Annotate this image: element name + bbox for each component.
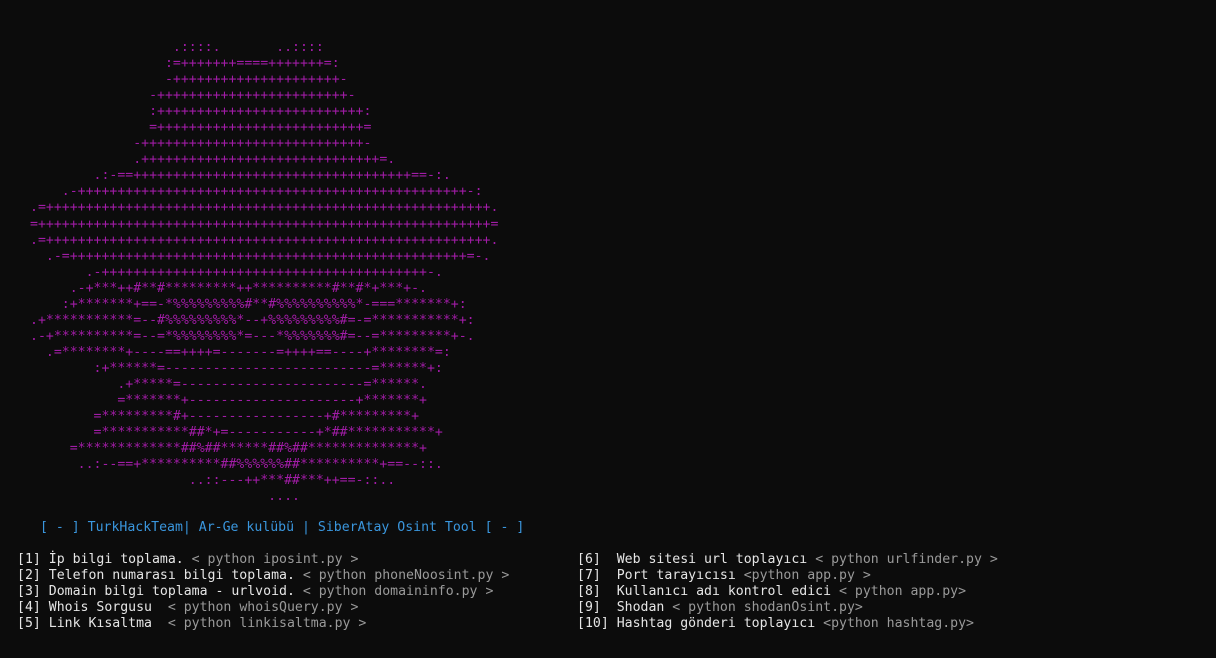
menu-item-label: [3] Domain bilgi toplama - urlvoid.: [17, 584, 303, 599]
menu-item-label: [8] Kullanıcı adı kontrol edici: [577, 584, 840, 599]
ascii-art-line: .::::. ..::::: [30, 40, 324, 55]
menu-item-command: < python shodanOsint.py>: [672, 600, 863, 615]
menu-item-command: < python domaininfo.py >: [302, 584, 494, 599]
menu-item-label: [9] Shodan: [577, 600, 673, 615]
tool-banner: [ - ] TurkHackTeam| Ar-Ge kulübü | Siber…: [40, 520, 525, 535]
menu-item-link-shortener[interactable]: [5] Link Kısaltma < python linkisaltma.p…: [17, 616, 509, 632]
ascii-art-line: :+******=--------------------------=****…: [30, 360, 443, 376]
menu-item-label: [5] Link Kısaltma: [17, 616, 168, 631]
menu-item-username-checker[interactable]: [8] Kullanıcı adı kontrol edici < python…: [577, 584, 998, 600]
menu-item-command: < python iposint.py >: [191, 552, 359, 567]
menu-item-label: [4] Whois Sorgusu: [17, 600, 168, 615]
terminal-window: .::::. ..:::: :=+++++++====+++++++=: -++…: [0, 0, 1216, 658]
ascii-art-line: :++++++++++++++++++++++++++:: [30, 104, 372, 120]
ascii-art-line: .=++++++++++++++++++++++++++++++++++++++…: [30, 232, 499, 248]
ascii-art-line: ..::---++***##***++==-::..: [30, 473, 396, 489]
ascii-art-line: :+*******+==-*%%%%%%%%%#**#%%%%%%%%%%*-=…: [30, 296, 467, 312]
ascii-art-line: -+++++++++++++++++++++-: [30, 72, 348, 88]
ascii-art-line: .-+**********=--=*%%%%%%%%*=---*%%%%%%%#…: [30, 328, 475, 344]
menu-item-label: [1] İp bilgi toplama.: [17, 552, 192, 567]
ascii-art-logo: .::::. ..:::: :=+++++++====+++++++=: -++…: [30, 40, 498, 505]
menu-item-ip-osint[interactable]: [1] İp bilgi toplama. < python iposint.p…: [17, 552, 509, 568]
menu-item-phone-osint[interactable]: [2] Telefon numarası bilgi toplama. < py…: [17, 568, 509, 584]
ascii-art-line: =+++++++++++++++++++++++++++++++++++++++…: [30, 216, 499, 232]
ascii-art-line: :=+++++++====+++++++=:: [30, 56, 340, 72]
ascii-art-line: =++++++++++++++++++++++++++=: [30, 120, 372, 136]
menu-item-label: [10] Hashtag gönderi toplayıcı: [577, 616, 824, 631]
ascii-art-line: =***********##*+=-----------+*##********…: [30, 425, 443, 441]
menu-item-command: < python whoisQuery.py >: [167, 600, 359, 615]
menu-item-label: [2] Telefon numarası bilgi toplama.: [17, 568, 303, 583]
ascii-art-line: =*********#+-----------------+#*********…: [30, 409, 420, 425]
ascii-art-line: .+*****=-----------------------=******.: [30, 376, 427, 392]
menu-item-domain-info[interactable]: [3] Domain bilgi toplama - urlvoid. < py…: [17, 584, 509, 600]
menu-column-right: [6] Web sitesi url toplayıcı < python ur…: [577, 552, 998, 632]
menu-item-shodan[interactable]: [9] Shodan < python shodanOsint.py>: [577, 600, 998, 616]
menu-item-whois-query[interactable]: [4] Whois Sorgusu < python whoisQuery.py…: [17, 600, 509, 616]
ascii-art-line: .-++++++++++++++++++++++++++++++++++++++…: [30, 184, 483, 200]
ascii-art-line: .++++++++++++++++++++++++++++++=.: [30, 152, 396, 168]
ascii-art-line: =*******+---------------------+*******+: [30, 393, 427, 409]
ascii-art-line: .:-==+++++++++++++++++++++++++++++++++++…: [30, 168, 451, 184]
menu-item-command: < python app.py>: [839, 584, 967, 599]
menu-item-url-finder[interactable]: [6] Web sitesi url toplayıcı < python ur…: [577, 552, 998, 568]
ascii-art-line: .-+***++#**#*********++**********#**#*+*…: [30, 280, 427, 296]
menu-item-port-scanner[interactable]: [7] Port tarayıcısı <python app.py >: [577, 568, 998, 584]
menu-column-left: [1] İp bilgi toplama. < python iposint.p…: [17, 552, 509, 632]
ascii-art-line: -++++++++++++++++++++++++++++-: [30, 136, 372, 152]
menu-item-label: [6] Web sitesi url toplayıcı: [577, 552, 816, 567]
ascii-art-line: .=++++++++++++++++++++++++++++++++++++++…: [30, 200, 499, 216]
menu-item-hashtag-collector[interactable]: [10] Hashtag gönderi toplayıcı <python h…: [577, 616, 998, 632]
menu-item-command: < python urlfinder.py >: [815, 552, 998, 567]
ascii-art-line: -++++++++++++++++++++++++-: [30, 88, 356, 104]
ascii-art-line: =*************##%##******##%##**********…: [30, 441, 427, 457]
ascii-art-line: ..:--==+**********##%%%%%%##**********+=…: [30, 457, 443, 473]
menu-item-command: <python app.py >: [743, 568, 871, 583]
ascii-art-line: ....: [30, 489, 300, 505]
menu-item-label: [7] Port tarayıcısı: [577, 568, 744, 583]
ascii-art-line: .=********+----==++++=-------=++++==----…: [30, 344, 451, 360]
ascii-art-line: .-=+++++++++++++++++++++++++++++++++++++…: [30, 248, 491, 264]
menu-item-command: < python linkisaltma.py >: [167, 616, 367, 631]
menu-item-command: <python hashtag.py>: [823, 616, 974, 631]
ascii-art-line: .-++++++++++++++++++++++++++++++++++++++…: [30, 264, 443, 280]
menu-item-command: < python phoneNoosint.py >: [302, 568, 510, 583]
ascii-art-line: .+***********=--#%%%%%%%%%*--+%%%%%%%%%#…: [30, 312, 475, 328]
